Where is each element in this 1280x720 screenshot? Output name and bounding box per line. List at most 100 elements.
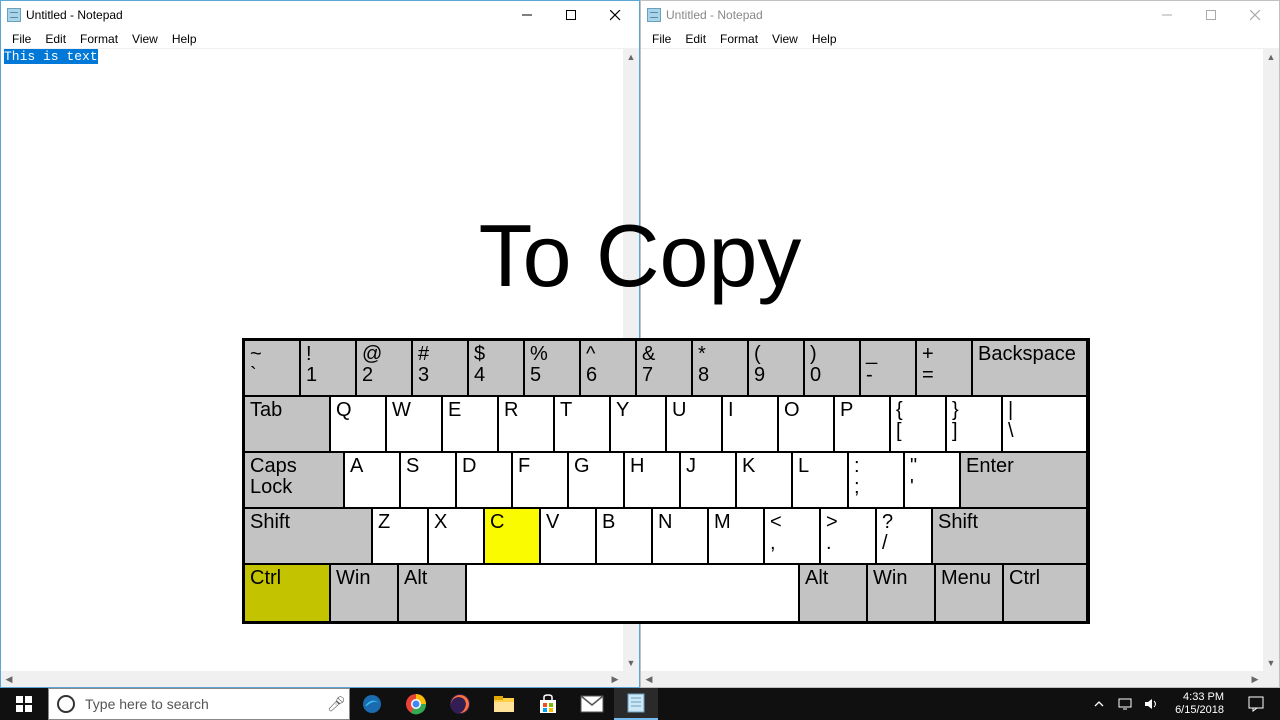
key-e[interactable]: E bbox=[442, 396, 498, 452]
key-enter[interactable]: Enter bbox=[960, 452, 1087, 508]
tray-network-icon[interactable] bbox=[1117, 696, 1133, 712]
key-alt-right[interactable]: Alt bbox=[799, 564, 867, 622]
key-ctrl-right[interactable]: Ctrl bbox=[1003, 564, 1087, 622]
key-j[interactable]: J bbox=[680, 452, 736, 508]
scrollbar-vertical[interactable]: ▲▼ bbox=[1263, 49, 1279, 671]
key-0[interactable]: )0 bbox=[804, 340, 860, 396]
taskbar-notepad[interactable] bbox=[614, 688, 658, 720]
minimize-button[interactable] bbox=[1145, 1, 1189, 29]
maximize-button[interactable] bbox=[1189, 1, 1233, 29]
key-h[interactable]: H bbox=[624, 452, 680, 508]
menu-file[interactable]: File bbox=[645, 31, 678, 47]
key-p[interactable]: P bbox=[834, 396, 890, 452]
key-menu[interactable]: Menu bbox=[935, 564, 1003, 622]
scroll-left-icon[interactable]: ◀ bbox=[1, 671, 17, 687]
close-button[interactable] bbox=[1233, 1, 1277, 29]
scroll-down-icon[interactable]: ▼ bbox=[1263, 655, 1279, 671]
scroll-up-icon[interactable]: ▲ bbox=[623, 49, 639, 65]
key-m[interactable]: M bbox=[708, 508, 764, 564]
tray-chevron-up-icon[interactable] bbox=[1091, 696, 1107, 712]
key-f[interactable]: F bbox=[512, 452, 568, 508]
clock[interactable]: 4:33 PM 6/15/2018 bbox=[1169, 691, 1230, 716]
taskbar-edge[interactable] bbox=[350, 688, 394, 720]
resize-grip[interactable] bbox=[1263, 671, 1279, 687]
key-7[interactable]: &7 bbox=[636, 340, 692, 396]
scroll-up-icon[interactable]: ▲ bbox=[1263, 49, 1279, 65]
scroll-right-icon[interactable]: ▶ bbox=[607, 671, 623, 687]
tray-volume-icon[interactable] bbox=[1143, 696, 1159, 712]
key-l[interactable]: L bbox=[792, 452, 848, 508]
key-backspace[interactable]: Backspace bbox=[972, 340, 1087, 396]
menu-help[interactable]: Help bbox=[805, 31, 844, 47]
scroll-left-icon[interactable]: ◀ bbox=[641, 671, 657, 687]
key-1[interactable]: !1 bbox=[300, 340, 356, 396]
taskbar-mail[interactable] bbox=[570, 688, 614, 720]
key-shift-left[interactable]: Shift bbox=[244, 508, 372, 564]
key-g[interactable]: G bbox=[568, 452, 624, 508]
key-sym[interactable]: <, bbox=[764, 508, 820, 564]
key-s[interactable]: S bbox=[400, 452, 456, 508]
key-win-left[interactable]: Win bbox=[330, 564, 398, 622]
menu-file[interactable]: File bbox=[5, 31, 38, 47]
key-k[interactable]: K bbox=[736, 452, 792, 508]
key-space[interactable] bbox=[466, 564, 799, 622]
key-alt-left[interactable]: Alt bbox=[398, 564, 466, 622]
key-=[interactable]: += bbox=[916, 340, 972, 396]
key-5[interactable]: %5 bbox=[524, 340, 580, 396]
menu-view[interactable]: View bbox=[765, 31, 805, 47]
scrollbar-horizontal[interactable]: ◀▶ bbox=[641, 671, 1263, 687]
key-i[interactable]: I bbox=[722, 396, 778, 452]
search-box[interactable]: Type here to search 🎤︎ bbox=[48, 688, 350, 720]
scroll-down-icon[interactable]: ▼ bbox=[623, 655, 639, 671]
menu-edit[interactable]: Edit bbox=[678, 31, 713, 47]
menu-format[interactable]: Format bbox=[713, 31, 765, 47]
scroll-right-icon[interactable]: ▶ bbox=[1247, 671, 1263, 687]
key-q[interactable]: Q bbox=[330, 396, 386, 452]
maximize-button[interactable] bbox=[549, 1, 593, 29]
key-][interactable]: }] bbox=[946, 396, 1002, 452]
key-o[interactable]: O bbox=[778, 396, 834, 452]
key-8[interactable]: *8 bbox=[692, 340, 748, 396]
key-v[interactable]: V bbox=[540, 508, 596, 564]
key-r[interactable]: R bbox=[498, 396, 554, 452]
key-win-right[interactable]: Win bbox=[867, 564, 935, 622]
menu-format[interactable]: Format bbox=[73, 31, 125, 47]
menu-view[interactable]: View bbox=[125, 31, 165, 47]
key-capslock[interactable]: Caps Lock bbox=[244, 452, 344, 508]
key-4[interactable]: $4 bbox=[468, 340, 524, 396]
microphone-icon[interactable]: 🎤︎ bbox=[327, 695, 341, 713]
key--[interactable]: _- bbox=[860, 340, 916, 396]
key-z[interactable]: Z bbox=[372, 508, 428, 564]
key-x[interactable]: X bbox=[428, 508, 484, 564]
scrollbar-horizontal[interactable]: ◀▶ bbox=[1, 671, 623, 687]
resize-grip[interactable] bbox=[623, 671, 639, 687]
key-6[interactable]: ^6 bbox=[580, 340, 636, 396]
key-n[interactable]: N bbox=[652, 508, 708, 564]
key-ctrl-left[interactable]: Ctrl bbox=[244, 564, 330, 622]
key-3[interactable]: #3 bbox=[412, 340, 468, 396]
key-9[interactable]: (9 bbox=[748, 340, 804, 396]
taskbar-store[interactable] bbox=[526, 688, 570, 720]
key-[[interactable]: {[ bbox=[890, 396, 946, 452]
taskbar-explorer[interactable] bbox=[482, 688, 526, 720]
titlebar-right[interactable]: Untitled - Notepad bbox=[641, 1, 1279, 29]
minimize-button[interactable] bbox=[505, 1, 549, 29]
key-a[interactable]: A bbox=[344, 452, 400, 508]
close-button[interactable] bbox=[593, 1, 637, 29]
key-y[interactable]: Y bbox=[610, 396, 666, 452]
key-b[interactable]: B bbox=[596, 508, 652, 564]
key-t[interactable]: T bbox=[554, 396, 610, 452]
key-shift-right[interactable]: Shift bbox=[932, 508, 1087, 564]
key-sym[interactable]: "' bbox=[904, 452, 960, 508]
key-sym[interactable]: >. bbox=[820, 508, 876, 564]
key-tab[interactable]: Tab bbox=[244, 396, 330, 452]
titlebar-left[interactable]: Untitled - Notepad bbox=[1, 1, 639, 29]
menu-edit[interactable]: Edit bbox=[38, 31, 73, 47]
key-sym[interactable]: ?/ bbox=[876, 508, 932, 564]
action-center-icon[interactable] bbox=[1240, 696, 1272, 712]
start-button[interactable] bbox=[0, 688, 48, 720]
key-`[interactable]: ~` bbox=[244, 340, 300, 396]
key-d[interactable]: D bbox=[456, 452, 512, 508]
key-\[interactable]: |\ bbox=[1002, 396, 1087, 452]
key-2[interactable]: @2 bbox=[356, 340, 412, 396]
